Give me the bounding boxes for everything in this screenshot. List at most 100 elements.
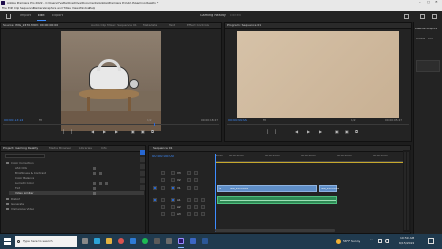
- workspaces-icon[interactable]: [404, 14, 409, 19]
- menu-edit[interactable]: Edit: [8, 7, 13, 10]
- close-button[interactable]: ✕: [435, 1, 438, 4]
- taskbar-search-field[interactable]: Type here to search: [15, 236, 77, 247]
- tab-text[interactable]: Text: [169, 24, 175, 27]
- lock-icon[interactable]: [161, 178, 165, 182]
- tab-media-browser[interactable]: Media Browser: [49, 147, 71, 150]
- tab-audio-clip-mixer[interactable]: Audio Clip Mixer: Sequence 01: [91, 24, 137, 27]
- step-forward-icon[interactable]: ▶: [115, 129, 118, 134]
- tab-source[interactable]: Source: IMG_2470.MOV: 00:00:00:00: [3, 24, 58, 27]
- program-step-back-icon[interactable]: ◀: [295, 129, 298, 134]
- clock-time[interactable]: 10:59 AM: [400, 237, 414, 240]
- timeline-timecode[interactable]: 00:00:00:00: [152, 155, 174, 159]
- menu-graphics[interactable]: Graphics and Titles: [44, 7, 71, 10]
- list-item[interactable]: Tint: [9, 186, 144, 190]
- program-scrub-bar[interactable]: [227, 124, 409, 125]
- weather-text[interactable]: 58°F Sunny: [343, 240, 360, 243]
- insert-icon[interactable]: ▣: [131, 129, 135, 134]
- mute-icon[interactable]: [187, 212, 191, 216]
- source-resolution-select[interactable]: 1/2: [147, 119, 152, 122]
- source-video-frame[interactable]: [61, 31, 161, 131]
- fullscreen-icon[interactable]: [432, 14, 437, 19]
- maximize-button[interactable]: ▢: [427, 1, 430, 4]
- solo-icon[interactable]: [194, 212, 198, 216]
- eye-icon[interactable]: [194, 171, 198, 175]
- tab-edit[interactable]: Edit: [38, 14, 45, 17]
- effects-search-field[interactable]: [5, 154, 45, 158]
- photos-icon[interactable]: [190, 238, 196, 244]
- program-video-frame[interactable]: [237, 31, 399, 118]
- chrome-icon[interactable]: [118, 238, 124, 244]
- program-fit-select[interactable]: Fit: [263, 119, 266, 122]
- export-frame-icon[interactable]: ◘: [151, 129, 154, 134]
- file-explorer-icon[interactable]: [106, 238, 112, 244]
- video-clip-v1-2[interactable]: IMG_2470.MOV: [319, 185, 339, 192]
- list-item[interactable]: Immersive Video: [4, 207, 144, 211]
- play-icon[interactable]: ▶: [103, 129, 106, 134]
- program-export-frame-icon[interactable]: ◘: [355, 129, 358, 134]
- minimize-button[interactable]: –: [419, 1, 421, 4]
- tab-browse[interactable]: Browse: [416, 38, 425, 41]
- mark-in-icon[interactable]: ▕: [61, 129, 64, 134]
- mic-icon[interactable]: [201, 212, 205, 216]
- home-icon[interactable]: [6, 14, 11, 19]
- overwrite-icon[interactable]: ▣: [141, 129, 145, 134]
- extract-icon[interactable]: ▣: [345, 129, 349, 134]
- mic-icon[interactable]: [201, 198, 205, 202]
- weather-icon[interactable]: [336, 239, 341, 244]
- solo-icon[interactable]: [194, 205, 198, 209]
- mark-out-icon[interactable]: ▏: [71, 129, 74, 134]
- tab-sequence-01[interactable]: Sequence 01: [153, 147, 173, 150]
- settings-icon[interactable]: [166, 238, 172, 244]
- track-select-tool-icon[interactable]: [140, 157, 145, 162]
- store-icon[interactable]: [154, 238, 160, 244]
- eye-icon[interactable]: [194, 178, 198, 182]
- slip-tool-icon[interactable]: [140, 178, 145, 183]
- sync-icon[interactable]: [171, 186, 175, 190]
- tab-export[interactable]: Export: [52, 14, 63, 17]
- output-icon[interactable]: [187, 171, 191, 175]
- sync-icon[interactable]: [171, 171, 175, 175]
- tab-edit-graphics[interactable]: Edit: [428, 38, 433, 41]
- audio-clip-a1[interactable]: [217, 196, 337, 204]
- clock-date[interactable]: 6/15/2022: [399, 242, 414, 245]
- notification-center-icon[interactable]: [428, 238, 434, 244]
- lock-icon[interactable]: [161, 186, 165, 190]
- source-scrub-bar[interactable]: [3, 124, 219, 125]
- network-icon[interactable]: [378, 239, 382, 243]
- menu-view[interactable]: View: [72, 7, 79, 10]
- video-clip-v1[interactable]: fx IMG_2470.MOV: [217, 185, 317, 192]
- tab-info[interactable]: Info: [101, 147, 107, 150]
- pen-tool-icon[interactable]: [140, 185, 145, 190]
- task-view-icon[interactable]: [82, 238, 88, 244]
- volume-icon[interactable]: [385, 239, 389, 243]
- source-playhead[interactable]: [154, 123, 155, 126]
- list-item[interactable]: ASC CDL: [9, 166, 144, 170]
- spotify-icon[interactable]: [142, 238, 148, 244]
- list-item[interactable]: Generate: [4, 202, 144, 206]
- graphics-scroll-area[interactable]: [416, 60, 440, 72]
- program-resolution-select[interactable]: 1/2: [351, 119, 356, 122]
- lock-icon[interactable]: [161, 212, 165, 216]
- razor-tool-icon[interactable]: [140, 171, 145, 176]
- tab-program[interactable]: Program: Sequence 01: [227, 24, 261, 27]
- eye-icon[interactable]: [194, 186, 198, 190]
- notifications-icon[interactable]: [420, 14, 425, 19]
- sync-icon[interactable]: [171, 198, 175, 202]
- output-icon[interactable]: [187, 186, 191, 190]
- edge-icon[interactable]: [94, 238, 100, 244]
- list-item[interactable]: Color Correction: [4, 161, 144, 165]
- selection-tool-icon[interactable]: [140, 150, 145, 155]
- menu-help[interactable]: Help: [89, 7, 95, 10]
- mute-icon[interactable]: [187, 198, 191, 202]
- sync-icon[interactable]: [171, 212, 175, 216]
- timeline-ruler[interactable]: :00:00 00:00:02:00 00:00:04:00 00:00:06:…: [215, 154, 409, 162]
- list-item-selected[interactable]: Video Limiter: [9, 191, 144, 195]
- menu-file[interactable]: File: [2, 7, 7, 10]
- step-back-icon[interactable]: ◀: [91, 129, 94, 134]
- output-icon[interactable]: [187, 178, 191, 182]
- premiere-pro-taskbar-icon[interactable]: [178, 238, 184, 244]
- list-item[interactable]: Lumetri Color: [9, 181, 144, 185]
- source-fit-select[interactable]: Fit: [39, 119, 42, 122]
- lock-icon[interactable]: [161, 198, 165, 202]
- list-item[interactable]: Distort: [4, 197, 144, 201]
